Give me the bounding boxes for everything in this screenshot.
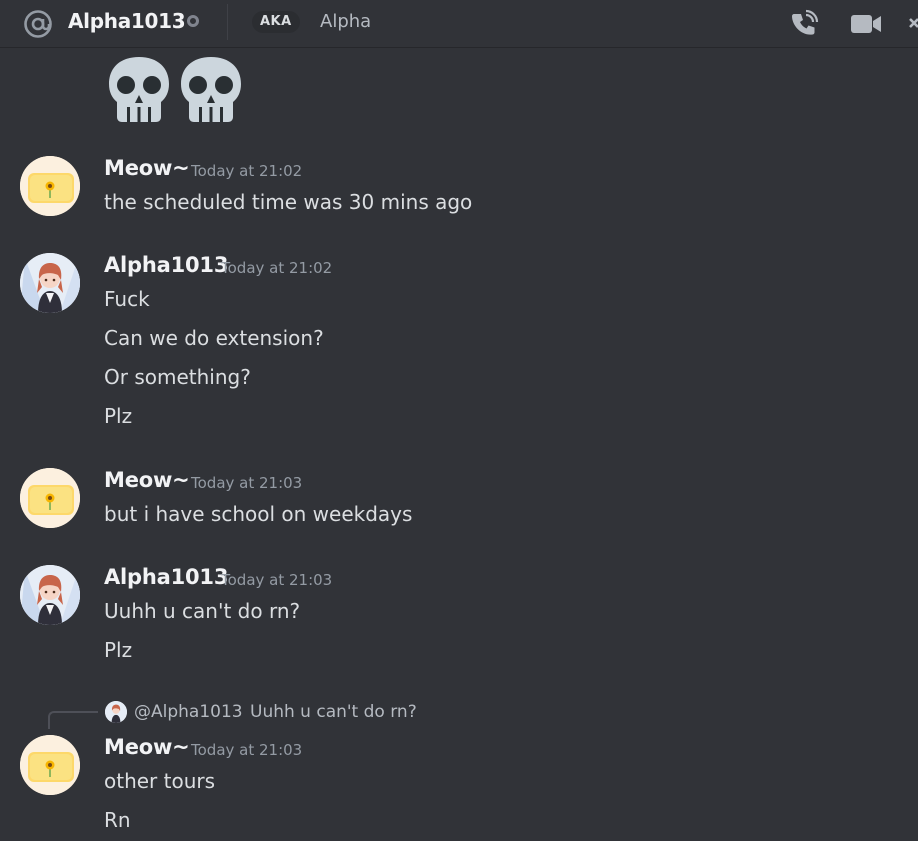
anime-girl-avatar[interactable]	[20, 565, 80, 625]
dm-user-name[interactable]: Alpha1013	[68, 9, 186, 33]
message-timestamp: Today at 21:03	[191, 474, 303, 492]
more-icon[interactable]	[906, 9, 918, 39]
message-text: but i have school on weekdays	[104, 502, 413, 526]
message-timestamp: Today at 21:03	[191, 741, 303, 759]
reply-preview-text[interactable]: Uuhh u can't do rn?	[250, 702, 417, 722]
message-author[interactable]: Alpha1013	[104, 565, 228, 589]
message-text: other tours	[104, 769, 216, 793]
anime-girl-avatar[interactable]	[20, 253, 80, 313]
message-text: Can we do extension?	[104, 326, 324, 350]
message-timestamp: Today at 21:02	[191, 162, 303, 180]
header-divider	[227, 4, 228, 40]
reply-avatar[interactable]	[105, 701, 127, 723]
message-author[interactable]: Meow~	[104, 156, 190, 180]
voice-call-icon[interactable]	[789, 9, 819, 39]
message-text: Fuck	[104, 287, 150, 311]
message-timestamp: Today at 21:02	[221, 259, 333, 277]
sunflower-avatar[interactable]	[20, 735, 80, 795]
skull-emoji	[109, 57, 169, 122]
message-text: Plz	[104, 404, 133, 428]
reply-mention[interactable]: @Alpha1013	[134, 702, 243, 722]
status-offline-icon	[187, 15, 199, 27]
reply-spine	[48, 711, 98, 729]
aka-badge: AKA	[252, 11, 300, 33]
message-author[interactable]: Meow~	[104, 735, 190, 759]
sunflower-avatar[interactable]	[20, 156, 80, 216]
at-icon	[24, 10, 52, 38]
message-text: Rn	[104, 808, 131, 832]
message-text: Uuhh u can't do rn?	[104, 599, 301, 623]
message-author[interactable]: Alpha1013	[104, 253, 228, 277]
sunflower-avatar[interactable]	[20, 468, 80, 528]
video-call-icon[interactable]	[850, 9, 882, 39]
message-text: Or something?	[104, 365, 251, 389]
dm-header: Alpha1013 AKA Alpha	[0, 0, 918, 48]
message-text: the scheduled time was 30 mins ago	[104, 190, 473, 214]
skull-emoji	[181, 57, 241, 122]
message-text: Plz	[104, 638, 133, 662]
message-timestamp: Today at 21:03	[221, 571, 333, 589]
message-author[interactable]: Meow~	[104, 468, 190, 492]
aka-name[interactable]: Alpha	[320, 11, 371, 32]
